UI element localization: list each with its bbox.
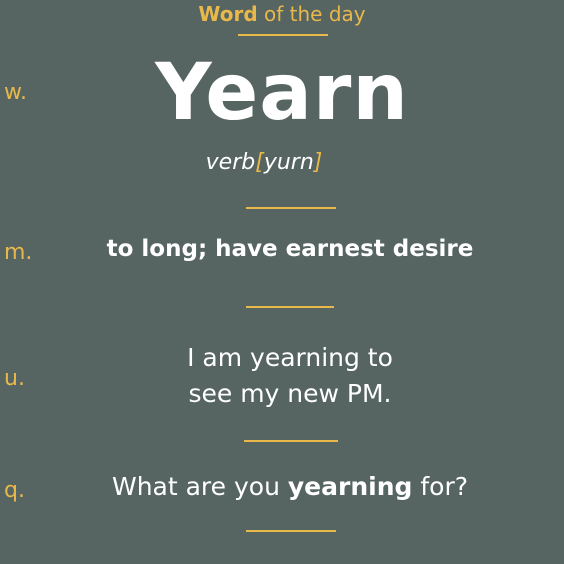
divider bbox=[246, 207, 336, 209]
part-of-speech-line: verb[yurn] bbox=[0, 150, 546, 175]
divider bbox=[238, 34, 328, 36]
header-title: Word of the day bbox=[0, 2, 564, 26]
divider bbox=[246, 306, 334, 308]
usage-example: I am yearning to see my new PM. bbox=[8, 340, 564, 412]
meaning-text: to long; have earnest desire bbox=[106, 236, 474, 262]
bracket-close: ] bbox=[313, 150, 323, 175]
pronunciation: yurn bbox=[263, 150, 314, 175]
header-rest: of the day bbox=[257, 2, 366, 26]
usage-line-2: see my new PM. bbox=[188, 379, 392, 408]
question-after: for? bbox=[412, 472, 468, 501]
question-bold: yearning bbox=[287, 472, 413, 501]
divider bbox=[244, 440, 338, 442]
bracket-open: [ bbox=[255, 150, 264, 175]
question-before: What are you bbox=[111, 472, 288, 501]
divider bbox=[246, 530, 336, 532]
word-title: Yearn bbox=[155, 48, 409, 138]
usage-line-1: I am yearning to bbox=[187, 343, 393, 372]
header-bold: Word bbox=[198, 2, 258, 26]
question-text: What are you yearning for? bbox=[8, 472, 564, 501]
part-of-speech: verb bbox=[205, 150, 256, 175]
